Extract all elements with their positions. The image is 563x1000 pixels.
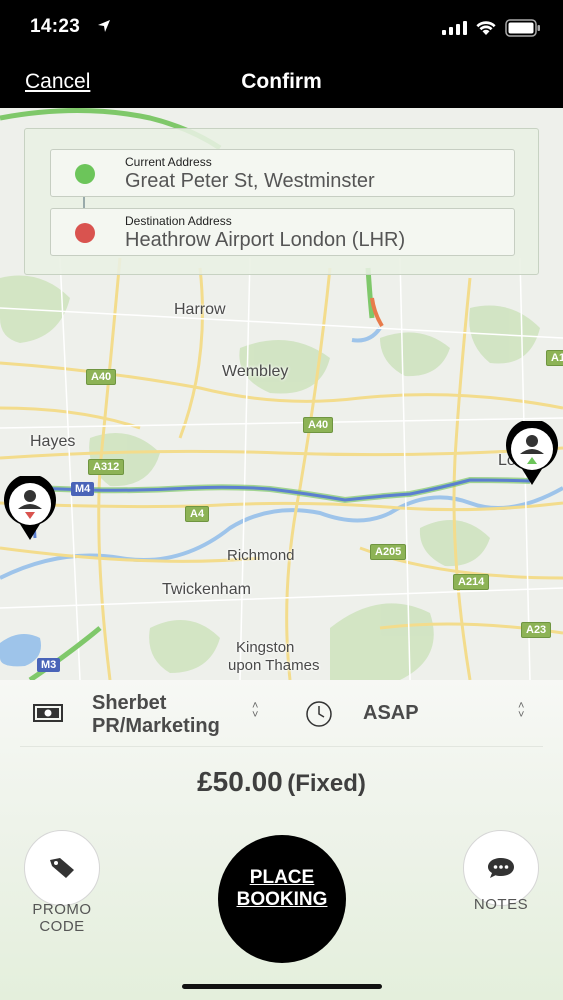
fare-amount: £50.00: [197, 766, 283, 797]
notes-button[interactable]: [463, 830, 539, 906]
options-row: Sherbet PR/Marketing ˄ ˅ ASAP ˄ ˅: [0, 680, 563, 745]
motorway-shield: M4: [71, 482, 95, 496]
road-shield: A23: [521, 622, 552, 638]
motorway-shield: M3: [37, 658, 61, 672]
pickup-pin-icon[interactable]: [2, 476, 58, 542]
time-chevron-icon: ˄ ˅: [518, 700, 525, 721]
place-booking-button[interactable]: PLACE BOOKING: [218, 835, 346, 963]
status-time: 14:23: [30, 16, 81, 37]
map-label: Twickenham: [162, 581, 251, 598]
destination-address-dot: [75, 223, 95, 243]
divider: [20, 746, 543, 747]
map-label: upon Thames: [228, 657, 320, 674]
road-shield: A40: [303, 417, 334, 433]
place-booking-line2: BOOKING: [236, 889, 328, 910]
promo-caption-line1: PROMO: [32, 901, 92, 918]
wifi-icon: [476, 21, 496, 35]
nav-bar: Cancel Confirm: [0, 58, 563, 108]
destination-pin-icon[interactable]: [504, 421, 560, 487]
home-indicator[interactable]: [182, 984, 382, 989]
destination-address-field[interactable]: Destination Address Heathrow Airport Lon…: [50, 208, 515, 256]
promo-code-caption: PROMO CODE: [14, 901, 110, 935]
map-label: Harrow: [174, 301, 226, 318]
road-shield: A40: [86, 369, 117, 385]
road-shield: A312: [88, 459, 125, 475]
promo-code-button[interactable]: [24, 830, 100, 906]
cellular-signal-icon: [442, 21, 467, 35]
booking-panel: Sherbet PR/Marketing ˄ ˅ ASAP ˄ ˅ £50.00 (…: [0, 680, 563, 1000]
fare-display: £50.00 (Fixed): [0, 766, 563, 798]
route-map[interactable]: Harrow Wembley Hayes Richmond Twickenham…: [0, 108, 563, 680]
battery-icon: [505, 19, 540, 37]
page-title: Confirm: [241, 70, 322, 93]
destination-address-label: Destination Address: [125, 214, 232, 228]
destination-address-value: Heathrow Airport London (LHR): [125, 229, 406, 251]
account-name-line1: Sherbet: [92, 692, 167, 714]
cash-icon: [33, 704, 63, 722]
account-name-line2: PR/Marketing: [92, 715, 220, 737]
place-booking-line1: PLACE: [249, 867, 315, 888]
current-address-value: Great Peter St, Westminster: [125, 170, 375, 192]
map-label: Kingston: [236, 639, 295, 656]
clock-icon: [306, 701, 332, 727]
promo-caption-line2: CODE: [39, 918, 85, 935]
pickup-time-value: ASAP: [363, 702, 419, 724]
location-arrow-icon: [98, 20, 110, 32]
fare-type: (Fixed): [287, 770, 366, 797]
map-label: Richmond: [227, 547, 295, 564]
map-label: Hayes: [30, 433, 76, 450]
road-shield: A205: [370, 544, 407, 560]
chat-bubble-icon: [488, 858, 514, 878]
map-label: Wembley: [222, 363, 289, 380]
tag-icon: [50, 858, 74, 878]
account-chevron-icon: ˄ ˅: [252, 700, 259, 721]
road-shield: A214: [453, 574, 490, 590]
status-bar: 14:23: [0, 0, 563, 58]
current-address-label: Current Address: [125, 155, 212, 169]
current-address-dot: [75, 164, 95, 184]
address-card: Current Address Great Peter St, Westmins…: [24, 128, 539, 275]
current-address-field[interactable]: Current Address Great Peter St, Westmins…: [50, 149, 515, 197]
road-shield: A1: [546, 350, 563, 366]
road-shield: A4: [185, 506, 210, 522]
notes-caption: NOTES: [473, 896, 529, 913]
